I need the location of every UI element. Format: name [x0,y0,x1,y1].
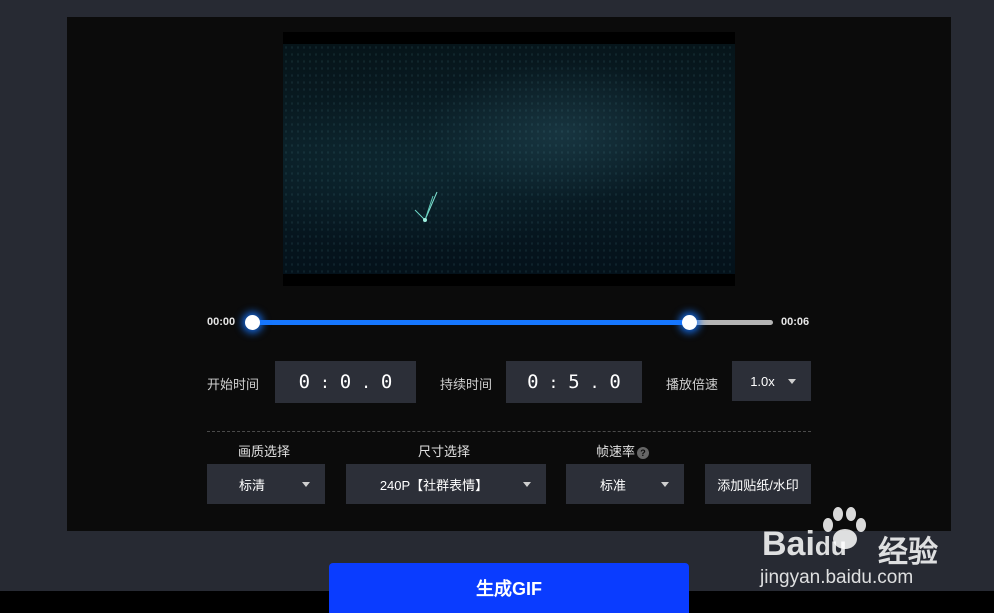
start-time-minutes: 0 [298,371,311,393]
help-icon[interactable]: ? [637,446,650,459]
framerate-label-text: 帧速率 [596,444,636,459]
framerate-label: 帧速率? [596,441,650,460]
watermark-url: jingyan.baidu.com [760,567,914,588]
duration-colon: : [548,372,559,392]
divider [207,431,811,432]
duration-minutes: 0 [527,371,539,393]
start-time-input[interactable]: 0 : 0 . 0 [275,361,416,403]
framerate-value: 标准 [599,477,626,493]
speed-value: 1.0x [750,373,775,389]
baidu-jingyan-watermark: Baidu 经验 jingyan.baidu.com [760,505,950,595]
chevron-down-icon [523,482,531,487]
size-label: 尺寸选择 [418,444,471,459]
quality-label: 画质选择 [238,444,291,459]
speed-label: 播放倍速 [666,377,719,392]
duration-tenths: 0 [609,371,621,393]
duration-input[interactable]: 0 : 5 . 0 [506,361,642,403]
timeline-end-time: 00:06 [781,316,810,328]
generate-gif-button[interactable]: 生成GIF [329,563,689,613]
start-time-label: 开始时间 [207,377,260,392]
framerate-select[interactable]: 标准 [566,464,684,504]
duration-seconds: 5 [568,371,580,393]
start-time-tenths: 0 [380,371,393,393]
timeline-start-time: 00:00 [207,316,236,328]
watermark-text: 经验 [878,536,938,569]
chevron-down-icon [661,482,669,487]
timeline-selection-range [252,320,690,325]
paw-icon [823,507,866,549]
size-select[interactable]: 240P【社群表情】 [346,464,546,504]
chevron-down-icon [788,379,796,384]
video-frame [283,44,735,274]
add-sticker-watermark-button[interactable]: 添加贴纸/水印 [705,464,811,504]
quality-select[interactable]: 标清 [207,464,325,504]
start-time-seconds: 0 [339,371,352,393]
timeline-start-handle[interactable] [244,315,260,330]
start-time-dot: . [361,372,371,392]
duration-label: 持续时间 [440,377,493,392]
start-time-colon: : [320,372,330,392]
quality-value: 标清 [238,477,265,493]
light-streak-graphic [414,191,438,222]
speed-select[interactable]: 1.0x [732,361,811,401]
video-preview[interactable] [283,32,735,286]
chevron-down-icon [302,482,310,487]
size-value: 240P【社群表情】 [379,477,489,493]
duration-dot: . [589,372,600,392]
